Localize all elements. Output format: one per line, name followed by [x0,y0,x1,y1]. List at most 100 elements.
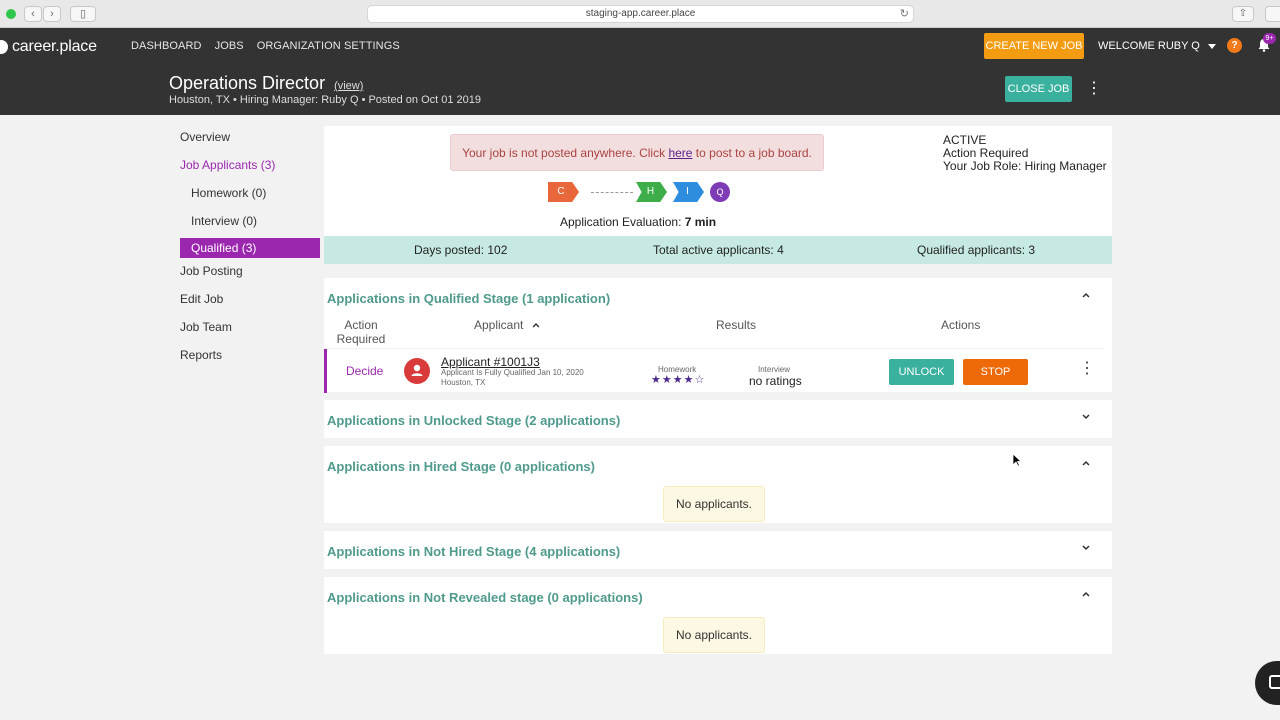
col-action-required: Action Required [336,318,386,346]
interview-label: Interview [758,365,791,374]
sidebar-item-job-team[interactable]: Job Team [180,319,320,347]
app-header: career.place DASHBOARD JOBS ORGANIZATION… [0,28,1280,115]
create-new-job-button[interactable]: CREATE NEW JOB [984,33,1084,59]
section-title: Applications in Qualified Stage (1 appli… [327,291,611,306]
stage-c[interactable]: C [548,182,579,202]
avatar [404,358,430,384]
job-title-text: Operations Director [169,73,326,93]
alert-text-end: to post to a job board. [692,146,812,160]
row-accent [324,349,327,393]
application-evaluation: Application Evaluation: 7 min [560,215,716,229]
browser-toolbar: ‹ › ▯ staging-app.career.place ↻ ⇧ [0,0,1280,28]
empty-state: No applicants. [663,486,765,522]
col-applicant-label: Applicant [474,318,524,332]
sidebar: Overview Job Applicants (3) Homework (0)… [180,129,320,375]
logo-mark-icon [0,40,8,54]
chevron-down-icon[interactable] [1081,543,1091,553]
decide-link[interactable]: Decide [346,364,383,378]
hired-stage-section: Applications in Hired Stage (0 applicati… [324,446,1112,523]
chevron-up-icon[interactable] [1081,290,1091,300]
tabs-icon[interactable] [1265,6,1280,22]
sidebar-item-reports[interactable]: Reports [180,347,320,375]
row-more-icon[interactable]: ⋮ [1079,361,1095,377]
stats-bar: Days posted: 102 Total active applicants… [324,236,1112,264]
reload-icon[interactable]: ↻ [900,6,909,22]
applicant-status-line: Applicant Is Fully Qualified Jan 10, 202… [441,368,584,377]
total-active-applicants: Total active applicants: 4 [653,243,784,257]
table-row: Decide Applicant #1001J3 Applicant Is Fu… [324,348,1104,393]
section-header[interactable]: Applications in Unlocked Stage (2 applic… [324,400,1112,440]
sidebar-item-overview[interactable]: Overview [180,129,320,157]
stage-i[interactable]: I [673,182,704,202]
sidebar-item-job-posting[interactable]: Job Posting [180,263,320,291]
section-title: Applications in Not Revealed stage (0 ap… [327,590,643,605]
post-job-link[interactable]: here [668,146,692,160]
section-header[interactable]: Applications in Qualified Stage (1 appli… [324,278,1112,318]
top-nav: DASHBOARD JOBS ORGANIZATION SETTINGS [131,40,413,52]
applicant-location: Houston, TX [441,378,486,387]
col-actions: Actions [941,318,981,332]
address-bar[interactable]: staging-app.career.place ↻ [367,5,914,23]
welcome-label: WELCOME RUBY Q [1098,40,1200,52]
chevron-up-icon[interactable] [1081,589,1091,599]
qualified-stage-section: Applications in Qualified Stage (1 appli… [324,278,1112,393]
col-applicant[interactable]: Applicant [474,318,541,332]
stage-q[interactable]: Q [710,182,730,202]
job-more-icon[interactable]: ⋮ [1086,81,1102,97]
sidebar-item-edit-job[interactable]: Edit Job [180,291,320,319]
sidebar-item-qualified[interactable]: Qualified (3) [180,238,320,258]
unlocked-stage-section: Applications in Unlocked Stage (2 applic… [324,400,1112,438]
section-title: Applications in Unlocked Stage (2 applic… [327,413,621,428]
chevron-up-icon[interactable] [1081,458,1091,468]
evaluation-label: Application Evaluation: [560,215,685,229]
sidebar-item-interview[interactable]: Interview (0) [180,213,320,241]
job-status: ACTIVE Action Required Your Job Role: Hi… [943,134,1107,173]
chat-icon [1269,675,1280,689]
help-icon[interactable]: ? [1227,38,1242,53]
not-hired-stage-section: Applications in Not Hired Stage (4 appli… [324,531,1112,569]
sidebar-item-homework[interactable]: Homework (0) [180,185,320,213]
section-header[interactable]: Applications in Not Revealed stage (0 ap… [324,577,1112,617]
section-title: Applications in Hired Stage (0 applicati… [327,459,595,474]
nav-organization-settings[interactable]: ORGANIZATION SETTINGS [257,40,400,52]
window-control-icon[interactable] [6,9,16,19]
col-results: Results [716,318,757,332]
user-menu[interactable]: WELCOME RUBY Q [1098,40,1216,52]
share-icon[interactable]: ⇧ [1232,6,1254,22]
nav-dashboard[interactable]: DASHBOARD [131,40,202,52]
section-title: Applications in Not Hired Stage (4 appli… [327,544,621,559]
sidebar-item-job-applicants[interactable]: Job Applicants (3) [180,157,320,185]
view-job-link[interactable]: (view) [334,80,363,92]
job-title: Operations Director (view) [169,73,363,94]
alert-text: Your job is not posted anywhere. Click [462,146,669,160]
notification-badge: 9+ [1263,33,1276,44]
section-header[interactable]: Applications in Not Hired Stage (4 appli… [324,531,1112,571]
sort-asc-icon [532,323,540,328]
main-content: Your job is not posted anywhere. Click h… [324,126,1112,654]
qualified-applicants: Qualified applicants: 3 [917,243,1036,257]
not-posted-alert: Your job is not posted anywhere. Click h… [450,134,824,171]
forward-icon[interactable]: › [43,6,61,22]
job-summary-card: Your job is not posted anywhere. Click h… [324,126,1112,236]
applicant-name-link[interactable]: Applicant #1001J3 [441,355,540,369]
stage-h[interactable]: H [636,182,667,202]
user-icon [411,364,423,376]
section-header[interactable]: Applications in Hired Stage (0 applicati… [324,446,1112,486]
sidebar-toggle-icon[interactable]: ▯ [70,6,96,22]
mouse-cursor-icon [1012,453,1022,467]
interview-rating: no ratings [749,374,802,388]
chevron-down-icon[interactable] [1081,412,1091,422]
back-icon[interactable]: ‹ [24,6,42,22]
chevron-down-icon [1207,43,1216,49]
job-meta: Houston, TX • Hiring Manager: Ruby Q • P… [169,94,481,106]
applicant-details: Applicant Is Fully Qualified Jan 10, 202… [441,368,591,388]
pipeline-stages: C H I Q [548,182,730,202]
close-job-button[interactable]: CLOSE JOB [1005,76,1072,102]
empty-state: No applicants. [663,617,765,653]
unlock-button[interactable]: UNLOCK [889,359,954,385]
stop-button[interactable]: STOP [963,359,1028,385]
logo[interactable]: career.place [0,36,97,58]
nav-jobs[interactable]: JOBS [215,40,244,52]
url-text: staging-app.career.place [585,8,696,19]
chat-widget-button[interactable] [1255,661,1280,705]
